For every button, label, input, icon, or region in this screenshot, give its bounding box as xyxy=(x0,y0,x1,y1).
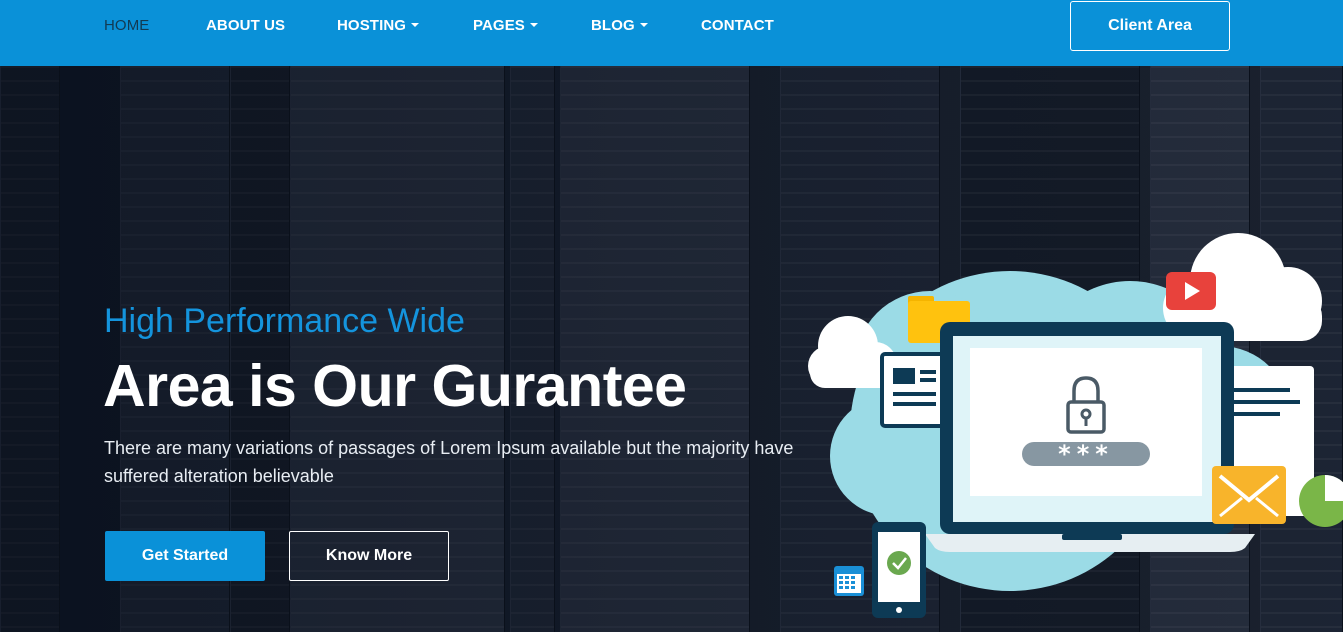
nav-home[interactable]: HOME xyxy=(104,17,149,34)
nav-blog[interactable]: BLOG xyxy=(591,17,648,34)
document-icon xyxy=(880,352,946,428)
hero-section: High Performance Wide Area is Our Gurant… xyxy=(0,66,1343,632)
top-navbar: HOME ABOUT US HOSTING PAGES BLOG CONTACT… xyxy=(0,0,1343,66)
caret-down-icon xyxy=(639,23,648,27)
caret-down-icon xyxy=(529,23,538,27)
email-icon xyxy=(1212,466,1286,524)
video-play-icon xyxy=(1166,272,1216,310)
hero-description: There are many variations of passages of… xyxy=(104,438,794,486)
hero-subtitle: High Performance Wide xyxy=(104,302,465,340)
nav-pages[interactable]: PAGES xyxy=(473,17,538,34)
nav-contact[interactable]: CONTACT xyxy=(701,17,774,34)
hero-headline: Area is Our Gurantee xyxy=(103,353,687,419)
calendar-icon xyxy=(834,566,864,596)
nav-hosting-label: HOSTING xyxy=(337,17,407,34)
nav-hosting[interactable]: HOSTING xyxy=(337,17,420,34)
nav-pages-label: PAGES xyxy=(473,17,525,34)
hosting-illustration: *** xyxy=(808,233,1343,618)
client-area-button[interactable]: Client Area xyxy=(1070,1,1230,51)
caret-down-icon xyxy=(411,23,420,27)
nav-blog-label: BLOG xyxy=(591,17,635,34)
know-more-button[interactable]: Know More xyxy=(289,531,449,581)
nav-about-us[interactable]: ABOUT US xyxy=(206,17,285,34)
get-started-button[interactable]: Get Started xyxy=(105,531,265,581)
password-mask: *** xyxy=(1058,440,1114,468)
mobile-check-icon xyxy=(872,522,926,618)
laptop-icon xyxy=(925,322,1255,552)
password-field: *** xyxy=(1022,440,1150,468)
